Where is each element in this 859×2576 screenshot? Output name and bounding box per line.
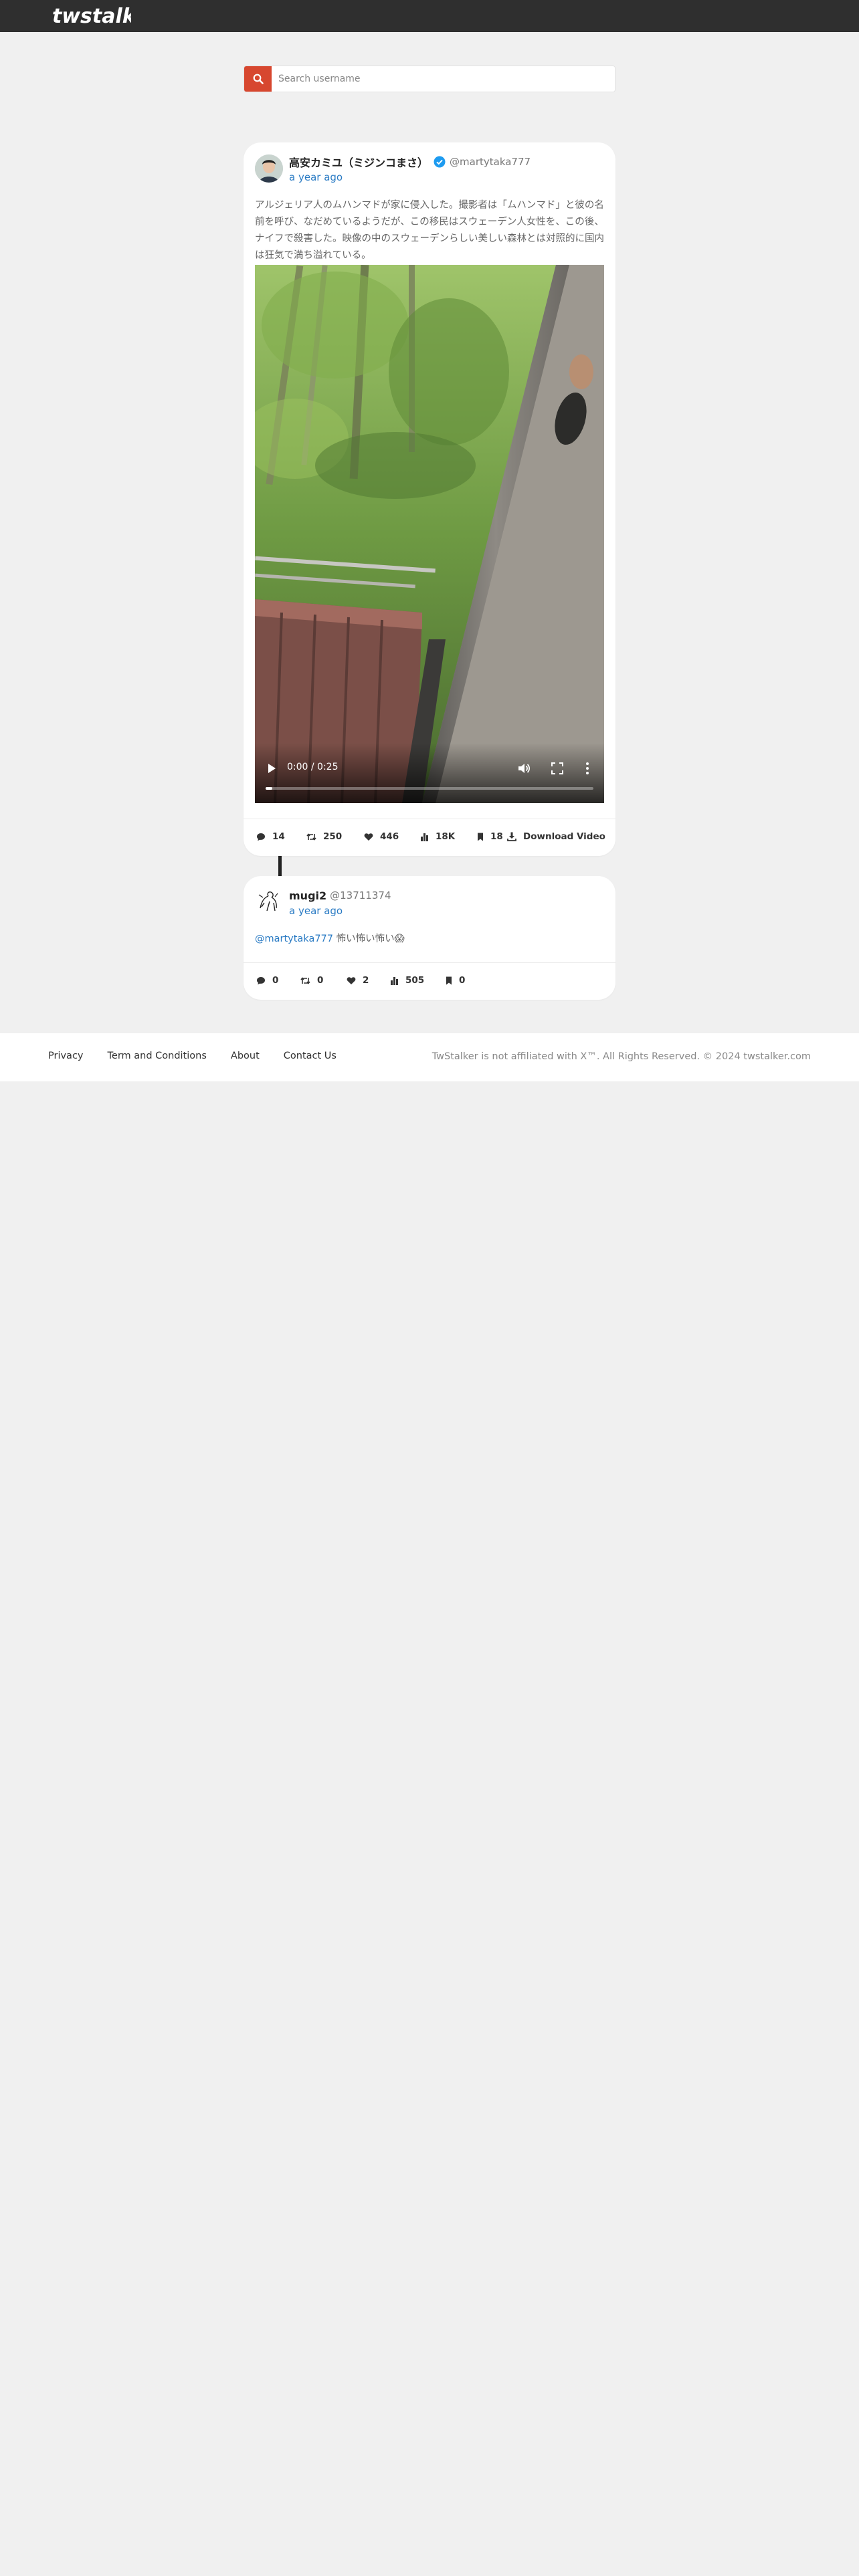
video-progress-bar[interactable] xyxy=(266,787,593,790)
tweet-card: 高安カミユ（ミジンコまさ） @martytaka777 a year ago ア… xyxy=(244,142,615,856)
reply-count[interactable]: 0 xyxy=(256,975,278,986)
tweet-timestamp[interactable]: a year ago xyxy=(289,171,531,183)
tweet-card: mugi2 @13711374 a year ago @martytaka777… xyxy=(244,876,615,1000)
reply-count[interactable]: 14 xyxy=(256,831,285,842)
heart-icon xyxy=(347,976,356,984)
bookmark-count[interactable]: 0 xyxy=(446,975,465,986)
footer: Privacy Term and Conditions About Contac… xyxy=(0,1033,859,1081)
avatar[interactable] xyxy=(255,888,283,916)
tweet-actions: 14 250 446 18K 18 Download Video xyxy=(244,819,615,856)
like-count-value: 446 xyxy=(380,831,399,842)
play-icon[interactable] xyxy=(267,763,276,774)
like-count[interactable]: 2 xyxy=(347,975,369,986)
more-options-icon[interactable] xyxy=(585,762,589,775)
footer-link-terms[interactable]: Term and Conditions xyxy=(108,1051,207,1061)
video-frame xyxy=(255,265,604,803)
heart-icon xyxy=(364,833,373,841)
volume-icon[interactable] xyxy=(517,762,531,775)
tweet-actions: 0 0 2 505 0 xyxy=(244,962,615,1000)
tweet-text: アルジェリア人のムハンマドが家に侵入した。撮影者は「ムハンマド」と彼の名前を呼び… xyxy=(255,200,604,261)
view-count: 505 xyxy=(390,975,424,986)
video-progress-fill xyxy=(266,787,272,790)
video-time: 0:00 / 0:25 xyxy=(287,762,339,772)
tweet-header: 高安カミユ（ミジンコまさ） @martytaka777 a year ago xyxy=(255,154,531,183)
user-handle[interactable]: @13711374 xyxy=(330,889,391,901)
tweet-text: @martytaka777 怖い怖い怖い😱 xyxy=(255,931,604,948)
retweet-count[interactable]: 0 xyxy=(300,975,323,986)
retweet-count-value: 0 xyxy=(317,975,324,986)
retweet-icon xyxy=(300,976,310,984)
tweet-header: mugi2 @13711374 a year ago xyxy=(255,888,391,917)
views-chart-icon xyxy=(421,833,428,841)
user-avatar-image xyxy=(255,888,283,916)
user-avatar-image xyxy=(255,154,283,183)
download-video-button[interactable]: Download Video xyxy=(507,831,605,842)
view-count: 18K xyxy=(420,831,455,842)
reply-count-value: 14 xyxy=(272,831,285,842)
video-controls: 0:00 / 0:25 xyxy=(255,743,604,803)
top-navbar: twstalker xyxy=(0,0,859,32)
user-handle[interactable]: @martytaka777 xyxy=(450,156,531,168)
display-name[interactable]: mugi2 xyxy=(289,889,326,902)
avatar[interactable] xyxy=(255,154,283,183)
bookmark-count[interactable]: 18 xyxy=(477,831,503,842)
search-input[interactable] xyxy=(272,66,615,92)
video-player[interactable]: 0:00 / 0:25 xyxy=(255,265,604,803)
search-icon xyxy=(253,74,264,84)
retweet-count[interactable]: 250 xyxy=(306,831,342,842)
retweet-count-value: 250 xyxy=(323,831,343,842)
display-name[interactable]: 高安カミユ（ミジンコまさ） xyxy=(289,154,428,170)
view-count-value: 18K xyxy=(436,831,456,842)
search-button[interactable] xyxy=(244,66,272,92)
download-video-label: Download Video xyxy=(523,831,605,842)
retweet-icon xyxy=(306,833,316,841)
footer-copyright: TwStalker is not affiliated with X™. All… xyxy=(432,1051,811,1062)
brand-logo[interactable]: twstalker xyxy=(47,6,131,26)
like-count-value: 2 xyxy=(363,975,369,986)
like-count[interactable]: 446 xyxy=(364,831,399,842)
verified-badge-icon xyxy=(434,156,446,168)
tweet-timestamp[interactable]: a year ago xyxy=(289,905,391,917)
bookmark-count-value: 0 xyxy=(459,975,466,986)
thread-connector xyxy=(278,856,282,876)
view-count-value: 505 xyxy=(405,975,425,986)
tweet-body: 怖い怖い怖い😱 xyxy=(333,934,405,944)
bookmark-icon xyxy=(478,833,483,841)
download-icon xyxy=(507,832,516,841)
footer-link-privacy[interactable]: Privacy xyxy=(48,1051,84,1061)
comment-icon xyxy=(257,833,265,841)
bookmark-count-value: 18 xyxy=(490,831,503,842)
mention-link[interactable]: @martytaka777 xyxy=(255,934,333,944)
footer-links: Privacy Term and Conditions About Contac… xyxy=(48,1051,361,1061)
bookmark-icon xyxy=(446,976,452,984)
footer-link-about[interactable]: About xyxy=(231,1051,260,1061)
brand-name: twstalker xyxy=(52,6,131,26)
comment-icon xyxy=(257,976,265,984)
reply-count-value: 0 xyxy=(272,975,279,986)
search-bar xyxy=(244,66,615,92)
fullscreen-icon[interactable] xyxy=(551,762,563,774)
views-chart-icon xyxy=(391,976,398,985)
footer-link-contact[interactable]: Contact Us xyxy=(284,1051,337,1061)
